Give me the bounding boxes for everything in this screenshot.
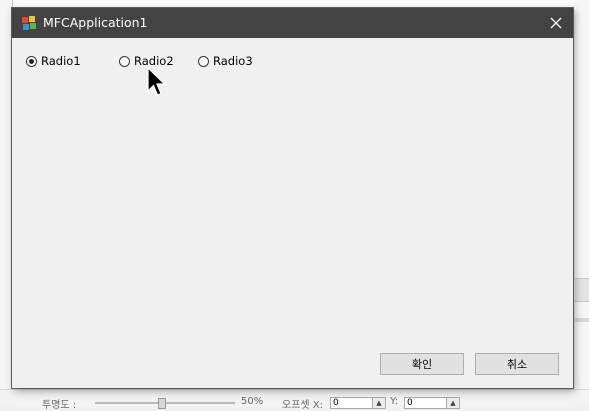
offset-y-field[interactable]: 0 <box>404 397 448 409</box>
offset-y-label: Y: <box>390 396 399 407</box>
radio-label-1: Radio1 <box>41 54 81 68</box>
opacity-label: 투명도 : <box>42 400 77 411</box>
title-bar[interactable]: MFCApplication1 <box>12 8 573 38</box>
offset-x-field[interactable]: 0 <box>330 397 374 409</box>
radio-button-3[interactable]: Radio3 <box>198 54 253 68</box>
radio-circle <box>198 55 209 67</box>
radio-circle <box>119 55 130 67</box>
dialog-window: MFCApplication1 Radio1 Radio2 Radio3 확인 … <box>12 8 573 388</box>
background-panel-band <box>575 278 589 302</box>
opacity-slider-thumb[interactable] <box>158 398 166 409</box>
mfc-app-icon <box>22 16 36 30</box>
close-button[interactable] <box>538 8 573 38</box>
background-properties-bar: 투명도 : 50% 오프셋 X: 0 ▲ Y: 0 ▲ <box>0 389 589 411</box>
radio-label-3: Radio3 <box>213 54 253 68</box>
offset-x-spin-up[interactable]: ▲ <box>372 397 386 409</box>
radio-button-2[interactable]: Radio2 <box>119 54 174 68</box>
radio-circle <box>26 55 37 67</box>
dialog-client-area: Radio1 Radio2 Radio3 확인 취소 <box>13 38 572 387</box>
offset-y-spin-up[interactable]: ▲ <box>446 397 460 409</box>
opacity-value: 50% <box>241 396 264 407</box>
radio-label-2: Radio2 <box>134 54 174 68</box>
window-title: MFCApplication1 <box>43 15 148 30</box>
ok-button[interactable]: 확인 <box>380 353 464 375</box>
radio-button-1[interactable]: Radio1 <box>26 54 81 68</box>
background-panel-band <box>575 318 589 322</box>
offset-x-label: 오프셋 X: <box>282 400 323 411</box>
background-right-panel <box>575 0 589 406</box>
radio-checked-dot <box>29 58 34 64</box>
mouse-cursor-icon <box>147 67 166 96</box>
close-icon <box>550 17 561 29</box>
cancel-button[interactable]: 취소 <box>475 353 559 375</box>
